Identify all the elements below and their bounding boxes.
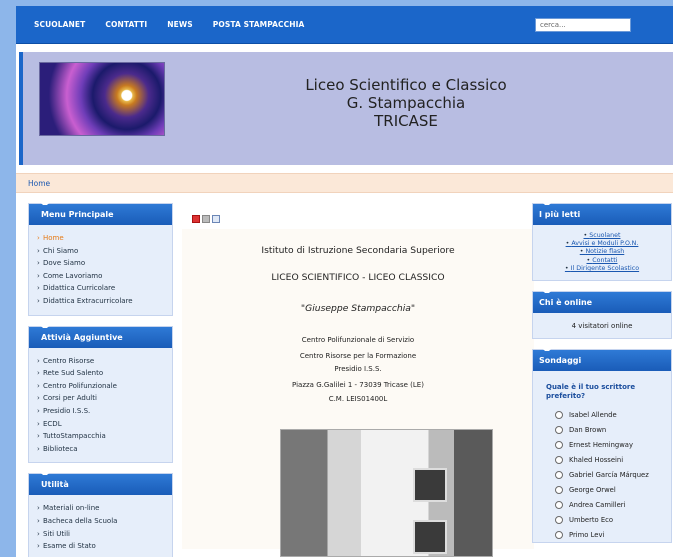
menu-principale-title: Menu Principale: [29, 203, 172, 225]
nav-link-contatti[interactable]: CONTATTI: [105, 20, 147, 29]
poll-option[interactable]: Ernest Hemingway: [533, 437, 671, 452]
piu-letti-item-avvisi[interactable]: Avvisi e Moduli P.O.N.: [537, 240, 667, 248]
radio-icon[interactable]: [555, 515, 563, 524]
radio-icon[interactable]: [555, 425, 563, 434]
site-title-line1: Liceo Scientifico e Classico: [305, 76, 507, 94]
utilita-item-bacheca[interactable]: Bacheca della Scuola: [37, 515, 172, 528]
chi-e-online-box: Chi è online 4 visitatori online: [532, 291, 672, 340]
poll-option[interactable]: Primo Levi: [533, 527, 671, 542]
utilita: Utilità Materiali on-line Bacheca della …: [28, 473, 173, 557]
left-column: Menu Principale Home Chi Siamo Dove Siam…: [28, 203, 173, 557]
attivita-item-corsi-per-adulti[interactable]: Corsi per Adulti: [37, 392, 172, 405]
piu-letti-item-dirigente[interactable]: Il Dirigente Scolastico: [537, 265, 667, 273]
online-count-text: 4 visitatori online: [571, 322, 633, 331]
radio-icon[interactable]: [555, 485, 563, 494]
school-building-photo: [280, 429, 493, 557]
poll-option-label: Dan Brown: [569, 425, 607, 434]
menu-item-didattica-extracurricolare[interactable]: Didattica Extracurricolare: [37, 295, 172, 308]
menu-item-come-lavoriamo[interactable]: Come Lavoriamo: [37, 270, 172, 283]
poll-option[interactable]: George Orwel: [533, 482, 671, 497]
piu-letti-item-contatti[interactable]: Contatti: [537, 257, 667, 265]
search-input[interactable]: cerca...: [535, 18, 631, 32]
pdf-icon[interactable]: [192, 215, 200, 223]
site-title-line3: TRICASE: [374, 112, 438, 130]
article-icons: [192, 215, 220, 223]
piu-letti-title: I più letti: [533, 203, 671, 225]
attivita-item-centro-risorse[interactable]: Centro Risorse: [37, 355, 172, 368]
poll-option[interactable]: Gabriel García Márquez: [533, 467, 671, 482]
breadcrumb-home[interactable]: Home: [28, 179, 50, 188]
sondaggi-title: Sondaggi: [533, 349, 671, 372]
fractal-logo-image: [39, 62, 165, 136]
attivita-item-biblioteca[interactable]: Biblioteca: [37, 443, 172, 456]
top-navigation: SCUOLANET CONTATTI NEWS POSTA STAMPACCHI…: [16, 6, 673, 44]
poll-option[interactable]: Umberto Eco: [533, 512, 671, 527]
poll-option-label: Primo Levi: [569, 530, 605, 539]
banner: Liceo Scientifico e Classico G. Stampacc…: [19, 52, 673, 165]
print-icon[interactable]: [202, 215, 210, 223]
poll-option[interactable]: Andrea Camilleri: [533, 497, 671, 512]
attivita-item-rete-sud-salento[interactable]: Rete Sud Salento: [37, 367, 172, 380]
menu-item-didattica-curricolare[interactable]: Didattica Curricolare: [37, 282, 172, 295]
address-text: Piazza G.Galilei 1 - 73039 Tricase (LE): [292, 381, 424, 389]
attivita-item-tuttostampacchia[interactable]: TuttoStampacchia: [37, 430, 172, 443]
poll-option-label: Khaled Hosseini: [569, 455, 624, 464]
poll-option-label: Isabel Allende: [569, 410, 617, 419]
utilita-item-siti-utili[interactable]: Siti Utili: [37, 528, 172, 541]
poll-option-label: Gabriel García Márquez: [569, 470, 649, 479]
poll-option[interactable]: Dan Brown: [533, 422, 671, 437]
radio-icon[interactable]: [555, 500, 563, 509]
nav-link-posta-stampacchia[interactable]: POSTA STAMPACCHIA: [213, 20, 305, 29]
breadcrumb: Home: [16, 173, 673, 193]
radio-icon[interactable]: [555, 440, 563, 449]
menu-item-chi-siamo[interactable]: Chi Siamo: [37, 245, 172, 258]
attivita-title: Attivià Aggiuntive: [29, 325, 172, 348]
piu-letti-item-scuolanet[interactable]: Scuolanet: [537, 232, 667, 240]
site-title: Liceo Scientifico e Classico G. Stampacc…: [206, 76, 606, 130]
piu-letti-item-notizie[interactable]: Notizie flash: [537, 248, 667, 256]
istituto-text: Istituto di Istruzione Secondaria Superi…: [261, 245, 455, 256]
poll-option[interactable]: Khaled Hosseini: [533, 452, 671, 467]
attivita-aggiuntive: Attivià Aggiuntive Centro Risorse Rete S…: [28, 325, 173, 464]
main-content: Istituto di Istruzione Secondaria Superi…: [182, 203, 534, 557]
window-shape: [413, 520, 447, 554]
email-icon[interactable]: [212, 215, 220, 223]
header: Liceo Scientifico e Classico G. Stampacc…: [16, 46, 673, 170]
page: SCUOLANET CONTATTI NEWS POSTA STAMPACCHI…: [16, 6, 673, 557]
radio-icon[interactable]: [555, 410, 563, 419]
poll-option-label: Ernest Hemingway: [569, 440, 633, 449]
radio-icon[interactable]: [555, 455, 563, 464]
school-name-text: "Giuseppe Stampacchia": [300, 303, 416, 314]
poll-option[interactable]: Isabel Allende: [533, 407, 671, 422]
poll-option-label: Umberto Eco: [569, 515, 614, 524]
sondaggi-box: Sondaggi Quale è il tuo scrittore prefer…: [532, 349, 672, 544]
piu-letti-box: I più letti Scuolanet Avvisi e Moduli P.…: [532, 203, 672, 282]
menu-item-home[interactable]: Home: [37, 232, 172, 245]
liceo-text: LICEO SCIENTIFICO - LICEO CLASSICO: [271, 272, 445, 283]
chi-e-online-title: Chi è online: [533, 291, 671, 314]
poll-option-label: George Orwel: [569, 485, 616, 494]
attivita-item-presidio-iss[interactable]: Presidio I.S.S.: [37, 405, 172, 418]
utilita-title: Utilità: [29, 473, 172, 496]
attivita-item-centro-polifunzionale[interactable]: Centro Polifunzionale: [37, 380, 172, 393]
radio-icon[interactable]: [555, 470, 563, 479]
cm-text: C.M. LEIS01400L: [328, 395, 388, 403]
poll-question: Quale è il tuo scrittore preferito?: [546, 383, 636, 401]
window-shape: [413, 468, 447, 502]
centro-risorse-text: Centro Risorse per la Formazione: [299, 352, 417, 360]
poll-option-label: Andrea Camilleri: [569, 500, 626, 509]
radio-icon[interactable]: [555, 530, 563, 539]
nav-link-news[interactable]: NEWS: [167, 20, 192, 29]
utilita-item-esame-di-stato[interactable]: Esame di Stato: [37, 540, 172, 553]
nav-link-scuolanet[interactable]: SCUOLANET: [34, 20, 85, 29]
attivita-item-ecdl[interactable]: ECDL: [37, 418, 172, 431]
right-column: I più letti Scuolanet Avvisi e Moduli P.…: [532, 203, 672, 553]
site-title-line2: G. Stampacchia: [346, 94, 466, 112]
utilita-item-materiali[interactable]: Materiali on-line: [37, 502, 172, 515]
menu-principale: Menu Principale Home Chi Siamo Dove Siam…: [28, 203, 173, 316]
presidio-text: Presidio I.S.S.: [334, 365, 382, 373]
menu-item-dove-siamo[interactable]: Dove Siamo: [37, 257, 172, 270]
centro-polifunzionale-text: Centro Polifunzionale di Servizio: [301, 336, 415, 344]
